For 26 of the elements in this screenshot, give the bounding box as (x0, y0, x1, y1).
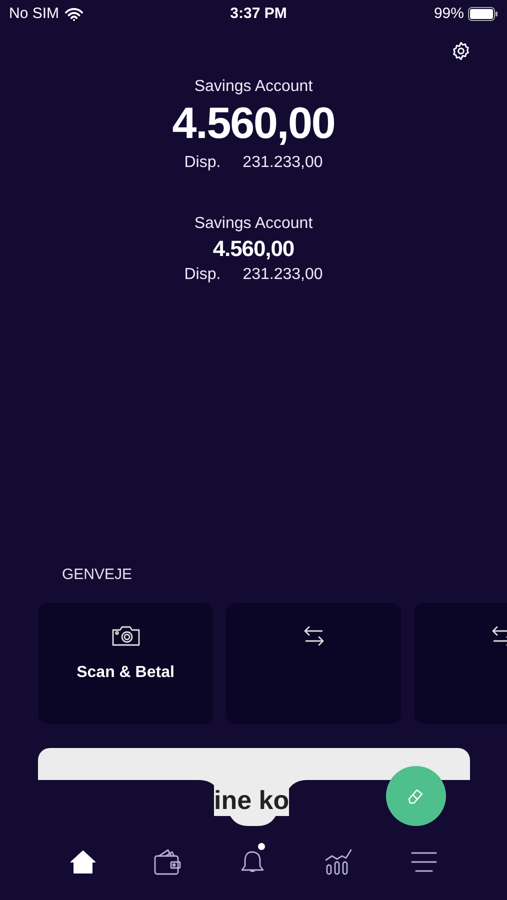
available-amount: 231.233,00 (242, 153, 323, 173)
bar-chart-icon (324, 849, 353, 875)
card-title: ine ko (214, 784, 290, 816)
clock-text: 3:37 PM (230, 4, 287, 24)
section-title: GENVEJE (61, 565, 134, 585)
available-amount: 231.233,00 (242, 265, 323, 285)
account-name: Savings Account (194, 214, 313, 234)
settings-icon[interactable] (451, 41, 471, 61)
available-label: Disp. (184, 153, 221, 173)
shortcut-card[interactable]: Scan & Betal (38, 603, 213, 724)
wallet-icon (154, 849, 182, 875)
battery-text: 99% (434, 4, 464, 24)
battery-icon (468, 7, 498, 21)
menu-icon (410, 851, 438, 873)
available-label: Disp. (184, 265, 221, 285)
home-icon (70, 850, 96, 874)
transfer-icon (490, 625, 507, 647)
camera-icon (110, 625, 140, 647)
shortcut-label: Scan & Betal (76, 663, 174, 683)
account-name: Savings Account (194, 77, 313, 97)
bell-icon (240, 849, 266, 875)
wifi-icon (65, 8, 84, 20)
carrier-text: No SIM (9, 4, 60, 24)
account-balance: 4.560,00 (212, 235, 294, 263)
account-balance: 4.560,00 (172, 99, 335, 149)
transfer-icon (302, 625, 326, 647)
